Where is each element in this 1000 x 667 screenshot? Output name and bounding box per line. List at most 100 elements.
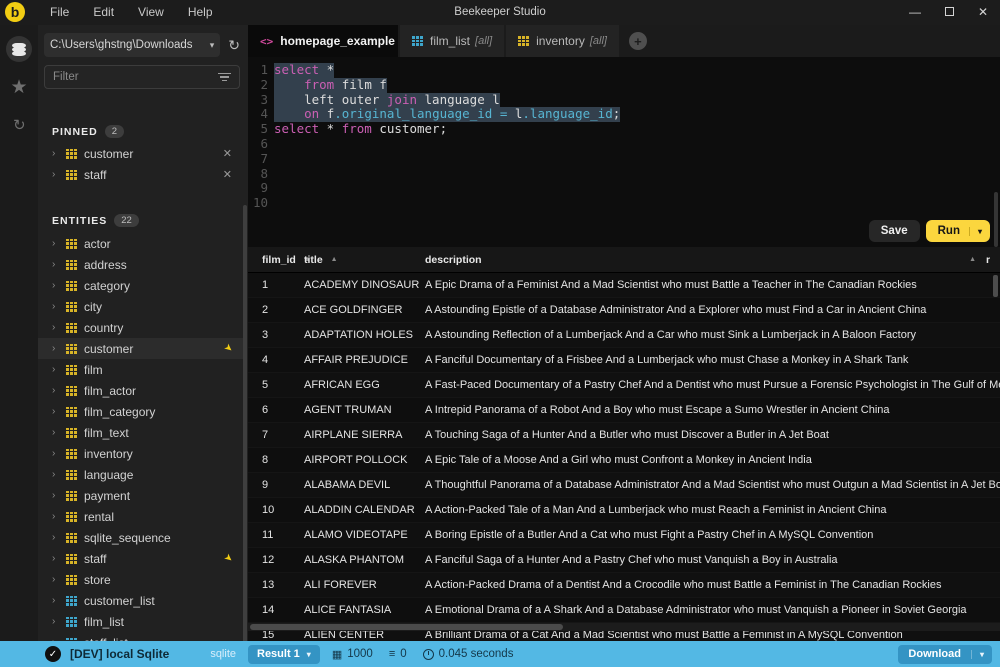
cell-id[interactable]: 3 [248, 329, 304, 341]
table-row[interactable]: 14ALICE FANTASIAA Emotional Drama of a A… [248, 598, 1000, 623]
cell-id[interactable]: 6 [248, 404, 304, 416]
code-line-2[interactable]: 2 from film f [248, 78, 1000, 93]
cell-title[interactable]: ACADEMY DINOSAUR [304, 279, 425, 291]
cell-title[interactable]: ALASKA PHANTOM [304, 554, 425, 566]
entity-item-film_actor[interactable]: ›film_actor [38, 380, 244, 401]
cell-desc[interactable]: A Boring Epistle of a Butler And a Cat w… [425, 529, 1000, 541]
cell-desc[interactable]: A Astounding Reflection of a Lumberjack … [425, 329, 1000, 341]
cell-desc[interactable]: A Intrepid Panorama of a Robot And a Boy… [425, 404, 1000, 416]
history-tab-icon[interactable]: ↺ [0, 106, 38, 144]
table-row[interactable]: 5AFRICAN EGGA Fast-Paced Documentary of … [248, 373, 1000, 398]
chevron-right-icon[interactable]: › [52, 448, 64, 459]
chevron-right-icon[interactable]: › [52, 469, 64, 480]
pinned-item-staff[interactable]: ›staff✕ [38, 164, 244, 185]
chevron-right-icon[interactable]: › [52, 148, 64, 159]
cell-title[interactable]: ALI FOREVER [304, 579, 425, 591]
cell-title[interactable]: ALADDIN CALENDAR [304, 504, 425, 516]
entity-item-actor[interactable]: ›actor [38, 233, 244, 254]
chevron-right-icon[interactable]: › [52, 406, 64, 417]
cell-desc[interactable]: A Action-Packed Tale of a Man And a Lumb… [425, 504, 1000, 516]
table-row[interactable]: 13ALI FOREVERA Action-Packed Drama of a … [248, 573, 1000, 598]
entity-item-film_list[interactable]: ›film_list [38, 611, 244, 632]
chevron-right-icon[interactable]: › [52, 169, 64, 180]
cell-title[interactable]: ALICE FANTASIA [304, 604, 425, 616]
filter-input[interactable] [45, 71, 218, 83]
cell-id[interactable]: 1 [248, 279, 304, 291]
tab-film-list[interactable]: film_list [all] [400, 25, 504, 57]
table-row[interactable]: 2ACE GOLDFINGERA Astounding Epistle of a… [248, 298, 1000, 323]
entity-item-city[interactable]: ›city [38, 296, 244, 317]
cell-desc[interactable]: A Epic Tale of a Moose And a Girl who mu… [425, 454, 1000, 466]
table-row[interactable]: 3ADAPTATION HOLESA Astounding Reflection… [248, 323, 1000, 348]
entity-item-customer_list[interactable]: ›customer_list [38, 590, 244, 611]
entity-item-store[interactable]: ›store [38, 569, 244, 590]
cell-id[interactable]: 13 [248, 579, 304, 591]
chevron-right-icon[interactable]: › [52, 553, 64, 564]
chevron-right-icon[interactable]: › [52, 490, 64, 501]
code-line-3[interactable]: 3 left outer join language l [248, 93, 1000, 108]
chevron-right-icon[interactable]: › [52, 364, 64, 375]
filter-icon[interactable] [218, 71, 231, 84]
column-header-film-id[interactable]: film_id▲ [248, 254, 304, 266]
favorites-tab-icon[interactable]: ★ [0, 68, 38, 106]
connection-status[interactable]: ✓ [DEV] local Sqlite sqlite [0, 641, 248, 667]
menu-help[interactable]: Help [176, 0, 225, 25]
unpin-icon[interactable]: ✕ [223, 147, 232, 160]
sql-editor[interactable]: 1select *2 from film f3 left outer join … [248, 57, 1000, 247]
entity-item-staff[interactable]: ›staff➤ [38, 548, 244, 569]
chevron-right-icon[interactable]: › [52, 385, 64, 396]
cell-id[interactable]: 11 [248, 529, 304, 541]
column-header-title[interactable]: title▲ [304, 254, 425, 266]
table-row[interactable]: 6AGENT TRUMANA Intrepid Panorama of a Ro… [248, 398, 1000, 423]
new-tab-button[interactable]: + [629, 32, 647, 50]
close-icon[interactable]: ✕ [966, 0, 1000, 25]
chevron-right-icon[interactable]: › [52, 322, 64, 333]
cell-title[interactable]: ADAPTATION HOLES [304, 329, 425, 341]
entity-item-customer[interactable]: ›customer➤ [38, 338, 244, 359]
database-tab-icon[interactable] [0, 30, 38, 68]
chevron-right-icon[interactable]: › [52, 301, 64, 312]
tab-inventory[interactable]: inventory [all] [506, 25, 619, 57]
code-line-5[interactable]: 5select * from customer; [248, 122, 1000, 137]
table-row[interactable]: 1ACADEMY DINOSAURA Epic Drama of a Femin… [248, 273, 1000, 298]
code-line-8[interactable]: 8 [248, 167, 1000, 182]
result-selector-button[interactable]: Result 1 ▾ [248, 645, 320, 664]
pin-icon[interactable]: ➤ [221, 552, 234, 566]
cell-id[interactable]: 7 [248, 429, 304, 441]
entity-item-film[interactable]: ›film [38, 359, 244, 380]
entity-item-sqlite_sequence[interactable]: ›sqlite_sequence [38, 527, 244, 548]
cell-desc[interactable]: A Fanciful Saga of a Hunter And a Pastry… [425, 554, 1000, 566]
table-row[interactable]: 11ALAMO VIDEOTAPEA Boring Epistle of a B… [248, 523, 1000, 548]
chevron-right-icon[interactable]: › [52, 280, 64, 291]
menu-edit[interactable]: Edit [81, 0, 126, 25]
minimize-icon[interactable]: — [898, 0, 932, 25]
column-header-description[interactable]: description▲ [425, 254, 986, 266]
table-row[interactable]: 7AIRPLANE SIERRAA Touching Saga of a Hun… [248, 423, 1000, 448]
cell-desc[interactable]: A Thoughtful Panorama of a Database Admi… [425, 479, 1000, 491]
cell-title[interactable]: ALABAMA DEVIL [304, 479, 425, 491]
table-row[interactable]: 10ALADDIN CALENDARA Action-Packed Tale o… [248, 498, 1000, 523]
run-button[interactable]: Run▾ [926, 220, 990, 242]
cell-desc[interactable]: A Astounding Epistle of a Database Admin… [425, 304, 1000, 316]
run-options-caret-icon[interactable]: ▾ [969, 227, 990, 236]
cell-id[interactable]: 12 [248, 554, 304, 566]
cell-title[interactable]: ACE GOLDFINGER [304, 304, 425, 316]
menu-view[interactable]: View [126, 0, 176, 25]
code-line-9[interactable]: 9 [248, 181, 1000, 196]
sort-asc-icon[interactable]: ▲ [331, 256, 338, 263]
chevron-right-icon[interactable]: › [52, 616, 64, 627]
pin-icon[interactable]: ➤ [221, 342, 234, 356]
entity-item-film_text[interactable]: ›film_text [38, 422, 244, 443]
entity-item-rental[interactable]: ›rental [38, 506, 244, 527]
cell-desc[interactable]: A Touching Saga of a Hunter And a Butler… [425, 429, 1000, 441]
code-line-7[interactable]: 7 [248, 152, 1000, 167]
chevron-down-icon[interactable]: ▾ [971, 650, 992, 659]
results-horizontal-scrollbar[interactable] [248, 623, 1000, 631]
editor-scrollbar[interactable] [994, 192, 998, 247]
chevron-right-icon[interactable]: › [52, 511, 64, 522]
save-button[interactable]: Save [869, 220, 920, 242]
menu-file[interactable]: File [38, 0, 81, 25]
table-row[interactable]: 9ALABAMA DEVILA Thoughtful Panorama of a… [248, 473, 1000, 498]
cell-id[interactable]: 8 [248, 454, 304, 466]
entity-item-country[interactable]: ›country [38, 317, 244, 338]
